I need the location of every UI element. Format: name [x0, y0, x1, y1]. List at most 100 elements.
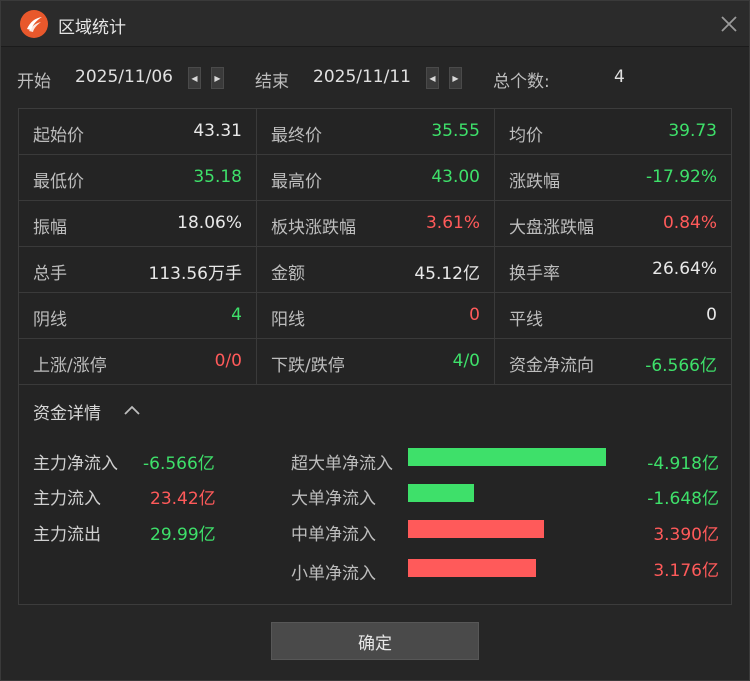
- stats-row: 最低价 35.18 最高价 43.00 涨跌幅 -17.92%: [19, 155, 731, 201]
- stat-label: 最低价: [33, 172, 84, 192]
- stat-value: 0: [469, 305, 480, 325]
- stat-cell: 振幅 18.06%: [19, 201, 257, 246]
- stat-cell: 阴线 4: [19, 293, 257, 338]
- stat-value: 113.56万手: [148, 264, 242, 284]
- stat-value: 26.64%: [652, 259, 717, 279]
- main-inflow-value: 23.42亿: [150, 489, 216, 509]
- stats-row: 阴线 4 阳线 0 平线 0: [19, 293, 731, 339]
- stat-cell: 最终价 35.55: [257, 109, 495, 154]
- stat-value: 35.18: [193, 167, 242, 187]
- stat-cell: 平线 0: [495, 293, 731, 338]
- start-label: 开始: [17, 72, 51, 92]
- stat-cell: 起始价 43.31: [19, 109, 257, 154]
- stat-value: 0/0: [214, 351, 242, 371]
- chevron-up-icon[interactable]: [123, 402, 141, 416]
- stat-label: 涨跌幅: [509, 172, 560, 192]
- stat-cell: 上涨/涨停 0/0: [19, 339, 257, 384]
- stat-label: 资金净流向: [509, 356, 594, 376]
- window-title: 区域统计: [58, 18, 126, 38]
- flow-value: -1.648亿: [647, 489, 719, 509]
- stats-row: 起始价 43.31 最终价 35.55 均价 39.73: [19, 109, 731, 155]
- end-prev-button[interactable]: ◀: [426, 67, 439, 89]
- ok-button[interactable]: 确定: [271, 622, 479, 660]
- stat-cell: 最高价 43.00: [257, 155, 495, 200]
- flow-bar: [408, 520, 544, 538]
- triangle-left-icon: ◀: [429, 73, 436, 83]
- stat-value: 45.12亿: [414, 264, 480, 284]
- triangle-right-icon: ▶: [214, 73, 221, 83]
- flow-bar: [408, 484, 474, 502]
- flow-value: -4.918亿: [647, 454, 719, 474]
- main-net-inflow-value: -6.566亿: [143, 454, 215, 474]
- stat-label: 阳线: [271, 310, 305, 330]
- stat-label: 均价: [509, 126, 543, 146]
- stat-label: 平线: [509, 310, 543, 330]
- stat-label: 上涨/涨停: [33, 356, 107, 376]
- stats-row: 总手 113.56万手 金额 45.12亿 换手率 26.64%: [19, 247, 731, 293]
- start-next-button[interactable]: ▶: [211, 67, 224, 89]
- stat-label: 最终价: [271, 126, 322, 146]
- stat-cell: 换手率 26.64%: [495, 247, 731, 292]
- end-next-button[interactable]: ▶: [449, 67, 462, 89]
- stat-cell: 阳线 0: [257, 293, 495, 338]
- stat-cell: 金额 45.12亿: [257, 247, 495, 292]
- main-inflow-label: 主力流入: [33, 489, 101, 509]
- count-label: 总个数:: [493, 72, 550, 92]
- stat-value: 3.61%: [425, 213, 480, 233]
- stat-value: 4: [231, 305, 242, 325]
- stat-label: 下跌/跌停: [271, 356, 345, 376]
- stat-label: 阴线: [33, 310, 67, 330]
- stat-label: 换手率: [509, 264, 560, 284]
- app-logo-icon: [20, 10, 48, 38]
- stat-value: -6.566亿: [645, 356, 717, 376]
- stat-value: 39.73: [668, 121, 717, 141]
- stat-cell: 下跌/跌停 4/0: [257, 339, 495, 384]
- start-date-field[interactable]: 2025/11/06: [75, 67, 173, 87]
- stat-label: 大盘涨跌幅: [509, 218, 594, 238]
- count-value: 4: [614, 67, 625, 87]
- flow-label: 超大单净流入: [291, 454, 393, 474]
- dialog-window: 区域统计 开始 2025/11/06 ◀ ▶ 结束 2025/11/11 ◀ ▶…: [0, 0, 750, 681]
- title-bar: 区域统计: [1, 1, 749, 47]
- main-outflow-value: 29.99亿: [150, 525, 216, 545]
- stat-cell: 最低价 35.18: [19, 155, 257, 200]
- stat-cell: 涨跌幅 -17.92%: [495, 155, 731, 200]
- funds-section-title: 资金详情: [33, 404, 101, 424]
- stats-panel: 起始价 43.31 最终价 35.55 均价 39.73 最低价 35.18 最高价 43…: [18, 108, 732, 605]
- stat-label: 起始价: [33, 126, 84, 146]
- stat-label: 板块涨跌幅: [271, 218, 356, 238]
- close-icon[interactable]: [717, 12, 741, 36]
- triangle-right-icon: ▶: [452, 73, 459, 83]
- flow-bar: [408, 559, 536, 577]
- stat-value: 0.84%: [662, 213, 717, 233]
- flow-label: 中单净流入: [291, 525, 376, 545]
- start-prev-button[interactable]: ◀: [188, 67, 201, 89]
- flow-label: 小单净流入: [291, 564, 376, 584]
- stat-label: 最高价: [271, 172, 322, 192]
- stat-label: 振幅: [33, 218, 67, 238]
- flow-label: 大单净流入: [291, 489, 376, 509]
- stat-cell: 总手 113.56万手: [19, 247, 257, 292]
- main-net-inflow-label: 主力净流入: [33, 454, 118, 474]
- stats-row: 振幅 18.06% 板块涨跌幅 3.61% 大盘涨跌幅 0.84%: [19, 201, 731, 247]
- date-range-bar: 开始 2025/11/06 ◀ ▶ 结束 2025/11/11 ◀ ▶ 总个数:…: [1, 47, 749, 107]
- flow-value: 3.390亿: [653, 525, 719, 545]
- stat-cell: 大盘涨跌幅 0.84%: [495, 201, 731, 246]
- stat-value: 4/0: [452, 351, 480, 371]
- stat-cell: 均价 39.73: [495, 109, 731, 154]
- stats-row: 上涨/涨停 0/0 下跌/跌停 4/0 资金净流向 -6.566亿: [19, 339, 731, 385]
- stat-value: 43.31: [193, 121, 242, 141]
- triangle-left-icon: ◀: [191, 73, 198, 83]
- stat-cell: 资金净流向 -6.566亿: [495, 339, 731, 384]
- stat-value: -17.92%: [646, 167, 717, 187]
- flow-bar: [408, 448, 606, 466]
- stat-label: 金额: [271, 264, 305, 284]
- stat-value: 43.00: [431, 167, 480, 187]
- end-date-field[interactable]: 2025/11/11: [313, 67, 411, 87]
- stat-label: 总手: [33, 264, 67, 284]
- stat-value: 35.55: [431, 121, 480, 141]
- stats-grid: 起始价 43.31 最终价 35.55 均价 39.73 最低价 35.18 最高价 43…: [19, 109, 731, 385]
- stat-value: 18.06%: [177, 213, 242, 233]
- end-label: 结束: [255, 72, 289, 92]
- stat-cell: 板块涨跌幅 3.61%: [257, 201, 495, 246]
